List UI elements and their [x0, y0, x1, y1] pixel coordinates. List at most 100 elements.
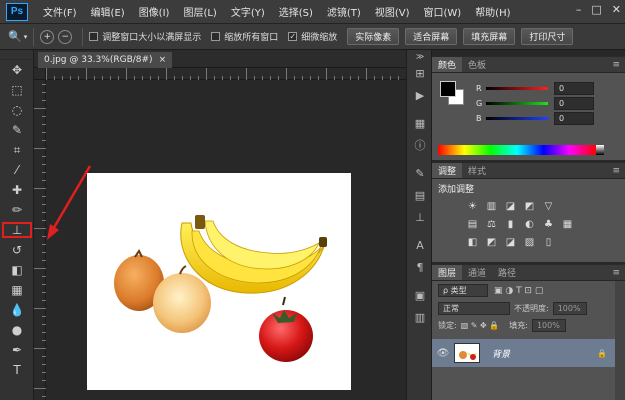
foreground-color-swatch[interactable]: [440, 81, 456, 97]
gradient-map-icon[interactable]: ▨: [523, 236, 536, 249]
photo-filter-icon[interactable]: ◐: [523, 218, 536, 231]
checkbox-box[interactable]: [211, 32, 221, 41]
collapse-icon[interactable]: ≫: [407, 50, 433, 62]
tab-paths[interactable]: 路径: [492, 265, 522, 280]
filter-icons[interactable]: ▣ ◑ T ⊡ ▢: [494, 286, 543, 296]
minimize-icon[interactable]: –: [576, 3, 582, 16]
b-value-input[interactable]: 0: [554, 112, 594, 125]
tab-styles[interactable]: 样式: [462, 163, 492, 178]
g-slider[interactable]: [486, 102, 548, 105]
info-panel-icon[interactable]: ⓘ: [407, 134, 433, 156]
panel-menu-icon[interactable]: ≡: [607, 57, 625, 72]
fill-screen-button[interactable]: 填充屏幕: [463, 28, 516, 45]
type-tool[interactable]: T: [0, 360, 34, 380]
document-tab[interactable]: 0.jpg @ 33.3%(RGB/8#) ×: [38, 52, 173, 68]
eyedropper-tool[interactable]: ⁄: [0, 160, 34, 180]
gradient-tool[interactable]: ▦: [0, 280, 34, 300]
black-white-icon[interactable]: ▮: [504, 218, 517, 231]
hue-saturation-icon[interactable]: ▤: [466, 218, 479, 231]
menu-view[interactable]: 视图(V): [368, 4, 417, 19]
paragraph-panel-icon[interactable]: ¶: [407, 256, 433, 278]
vertical-ruler[interactable]: [34, 68, 46, 400]
tool-preset-picker[interactable]: 🔍 ▾: [8, 30, 27, 43]
tab-adjustments[interactable]: 调整: [432, 163, 463, 178]
brush-presets-icon[interactable]: ▤: [407, 184, 433, 206]
scrubby-zoom-checkbox[interactable]: ✓ 细微缩放: [288, 30, 337, 43]
threshold-icon[interactable]: ◪: [504, 236, 517, 249]
layer-row-background[interactable]: 👁 背景 🔒: [432, 339, 615, 367]
actions-panel-icon[interactable]: ▶: [407, 84, 433, 106]
menu-help[interactable]: 帮助(H): [468, 4, 517, 19]
pen-tool[interactable]: ✒: [0, 340, 34, 360]
dodge-tool[interactable]: ●: [0, 320, 34, 340]
menu-filter[interactable]: 滤镜(T): [320, 4, 368, 19]
clone-source-icon[interactable]: ⊥: [407, 206, 433, 228]
zoom-in-button[interactable]: +: [40, 29, 55, 44]
tab-channels[interactable]: 通道: [462, 265, 492, 280]
checkbox-box-checked[interactable]: ✓: [288, 32, 298, 41]
r-slider[interactable]: [486, 87, 548, 90]
menu-select[interactable]: 选择(S): [272, 4, 320, 19]
history-brush-tool[interactable]: ↺: [0, 240, 34, 260]
panel-menu-icon[interactable]: ≡: [607, 163, 625, 178]
blur-tool[interactable]: 💧: [0, 300, 34, 320]
curves-icon[interactable]: ◪: [504, 200, 517, 213]
brush-tool[interactable]: ✏: [0, 200, 34, 220]
swatches-panel-icon[interactable]: ▦: [407, 112, 433, 134]
levels-icon[interactable]: ▥: [485, 200, 498, 213]
zoom-all-windows-checkbox[interactable]: 缩放所有窗口: [211, 30, 278, 43]
move-tool[interactable]: ✥: [0, 60, 34, 80]
blend-mode-select[interactable]: 正常: [438, 302, 510, 315]
grayscale-ramp[interactable]: [596, 145, 604, 155]
color-spectrum-bar[interactable]: [438, 145, 596, 155]
notes-panel-icon[interactable]: ▥: [407, 306, 433, 328]
maximize-icon[interactable]: □: [591, 3, 601, 16]
tab-color[interactable]: 颜色: [432, 57, 463, 72]
channel-mixer-icon[interactable]: ♣: [542, 218, 555, 231]
fill-input[interactable]: 100%: [531, 319, 566, 332]
clone-stamp-tool[interactable]: ⊥: [0, 220, 34, 240]
properties-panel-icon[interactable]: ▣: [407, 284, 433, 306]
resize-windows-checkbox[interactable]: 调整窗口大小以满屏显示: [89, 30, 201, 43]
checkbox-box[interactable]: [89, 32, 99, 41]
color-lookup-icon[interactable]: ▦: [561, 218, 574, 231]
brush-panel-icon[interactable]: ✎: [407, 162, 433, 184]
menu-window[interactable]: 窗口(W): [416, 4, 468, 19]
tab-layers[interactable]: 图层: [432, 265, 463, 280]
r-value-input[interactable]: 0: [554, 82, 594, 95]
color-balance-icon[interactable]: ⚖: [485, 218, 498, 231]
eraser-tool[interactable]: ◧: [0, 260, 34, 280]
layers-scrollbar[interactable]: [615, 281, 625, 400]
print-size-button[interactable]: 打印尺寸: [521, 28, 574, 45]
close-icon[interactable]: ✕: [612, 3, 621, 16]
lasso-tool[interactable]: ◌: [0, 100, 34, 120]
brightness-contrast-icon[interactable]: ☀: [466, 200, 479, 213]
posterize-icon[interactable]: ◩: [485, 236, 498, 249]
actual-pixels-button[interactable]: 实际像素: [347, 28, 400, 45]
crop-tool[interactable]: ⌗: [0, 140, 34, 160]
b-slider[interactable]: [486, 117, 548, 120]
marquee-tool[interactable]: ⬚: [0, 80, 34, 100]
selective-color-icon[interactable]: ▯: [542, 236, 555, 249]
history-panel-icon[interactable]: ⊞: [407, 62, 433, 84]
ruler-corner[interactable]: [34, 68, 46, 80]
lock-icons[interactable]: ▧ ✎ ✥ 🔒: [461, 321, 500, 330]
close-tab-icon[interactable]: ×: [159, 55, 167, 65]
panel-menu-icon[interactable]: ≡: [607, 265, 625, 280]
tab-swatches[interactable]: 色板: [462, 57, 492, 72]
eye-icon[interactable]: 👁: [432, 348, 454, 359]
zoom-out-button[interactable]: −: [58, 29, 73, 44]
character-panel-icon[interactable]: A: [407, 234, 433, 256]
fit-screen-button[interactable]: 适合屏幕: [405, 28, 458, 45]
layer-kind-filter[interactable]: ρ 类型: [438, 284, 488, 297]
quick-select-tool[interactable]: ✎: [0, 120, 34, 140]
vibrance-icon[interactable]: ▽: [542, 200, 555, 213]
invert-icon[interactable]: ◧: [466, 236, 479, 249]
menu-image[interactable]: 图像(I): [132, 4, 177, 19]
horizontal-ruler[interactable]: [46, 68, 406, 80]
menu-file[interactable]: 文件(F): [36, 4, 84, 19]
menu-type[interactable]: 文字(Y): [224, 4, 272, 19]
document-canvas[interactable]: [87, 173, 351, 390]
menu-layer[interactable]: 图层(L): [176, 4, 223, 19]
exposure-icon[interactable]: ◩: [523, 200, 536, 213]
